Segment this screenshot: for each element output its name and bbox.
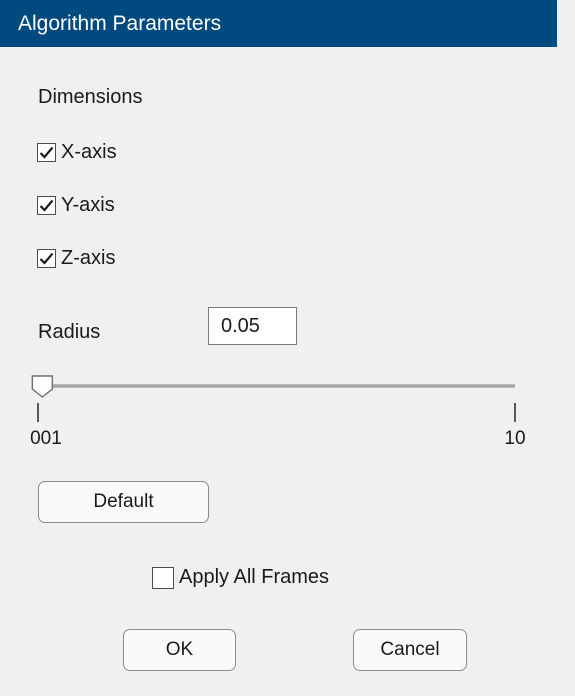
y-axis-checkbox[interactable]: Y-axis <box>37 194 115 217</box>
checkmark-icon <box>39 146 54 159</box>
dimensions-label: Dimensions <box>38 86 143 108</box>
checkbox-box[interactable] <box>37 249 56 268</box>
checkbox-box[interactable] <box>37 143 56 162</box>
x-axis-label: X-axis <box>61 141 117 163</box>
default-button[interactable]: Default <box>38 481 209 523</box>
radius-slider[interactable]: 0.001 10 <box>30 366 530 446</box>
x-axis-checkbox[interactable]: X-axis <box>37 141 117 164</box>
apply-all-frames-label: Apply All Frames <box>179 566 330 588</box>
checkbox-box[interactable] <box>152 566 174 589</box>
checkmark-icon <box>39 199 54 212</box>
ok-button[interactable]: OK <box>123 629 236 671</box>
slider-thumb[interactable] <box>31 375 54 398</box>
radius-label: Radius <box>38 321 101 343</box>
z-axis-label: Z-axis <box>61 247 116 269</box>
radius-input[interactable] <box>208 307 297 345</box>
z-axis-checkbox[interactable]: Z-axis <box>37 247 115 270</box>
window-title-bar: Algorithm Parameters <box>0 0 557 47</box>
slider-max-label: 10 <box>504 428 525 446</box>
checkbox-box[interactable] <box>37 196 56 215</box>
y-axis-label: Y-axis <box>61 194 115 216</box>
slider-min-label: 0.001 <box>30 428 62 446</box>
algorithm-parameters-panel: Algorithm Parameters Dimensions X-axis Y… <box>0 0 575 696</box>
cancel-button[interactable]: Cancel <box>353 629 467 671</box>
checkmark-icon <box>39 252 54 265</box>
window-title: Algorithm Parameters <box>18 12 222 35</box>
apply-all-frames-checkbox[interactable]: Apply All Frames <box>152 566 329 589</box>
